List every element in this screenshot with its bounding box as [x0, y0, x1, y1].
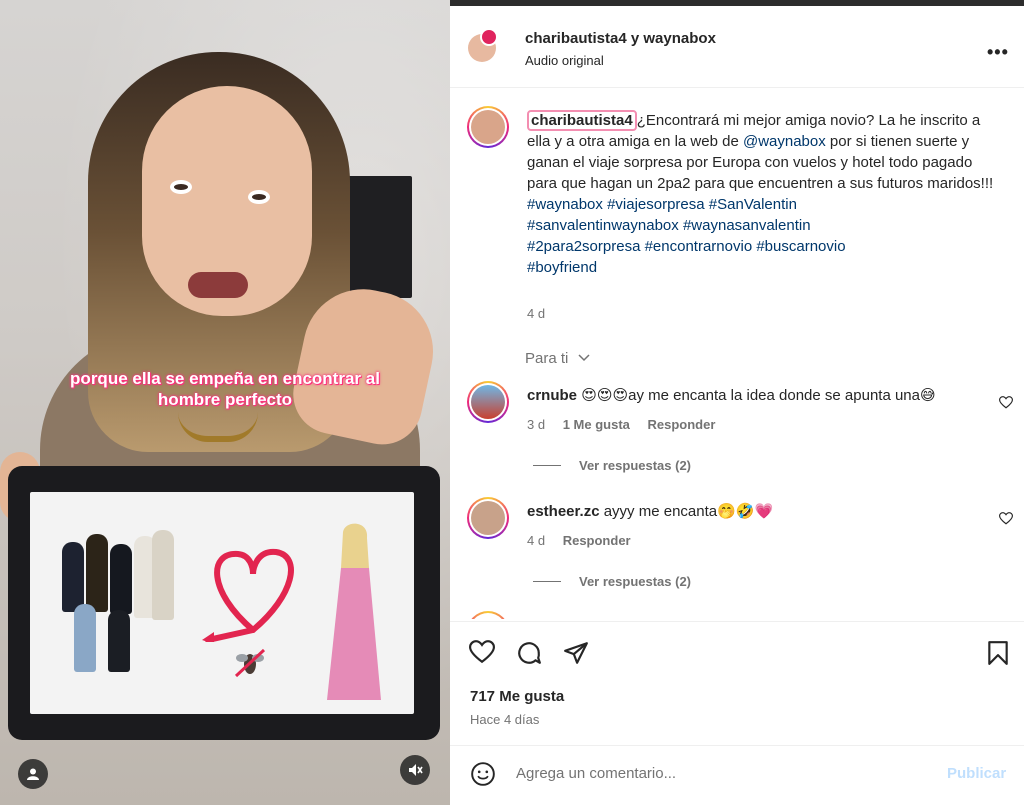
reply-button[interactable]: Responder: [563, 533, 631, 548]
chevron-down-icon: [578, 354, 590, 362]
post-header: charibautista4 y waynabox Audio original…: [450, 6, 1024, 88]
man-figure: [86, 534, 108, 612]
comment-avatar: [471, 385, 505, 419]
fly-icon: [234, 648, 266, 678]
replies-line: [533, 581, 561, 582]
comment-input[interactable]: Agrega un comentario...: [516, 765, 676, 782]
comment-avatar-ring[interactable]: [467, 381, 509, 423]
person-icon: [27, 768, 39, 780]
comment-text: 😍😍😍ay me encanta la idea donde se apunta…: [581, 387, 936, 404]
comment-sort-label: Para ti: [525, 350, 569, 367]
caption-avatar-ring[interactable]: [467, 106, 509, 148]
like-comment-heart-icon[interactable]: [999, 512, 1013, 525]
video-caption: porque ella se empeña en encontrar al ho…: [70, 369, 380, 409]
likes-count[interactable]: 717 Me gusta: [470, 688, 564, 705]
heart-drawing: [202, 548, 294, 642]
comment-username[interactable]: estheer.zc: [527, 503, 600, 520]
comments-scroll-area[interactable]: charibautista4 ¿Encontrará mi mejor amiga…: [450, 89, 1024, 619]
comment-username[interactable]: crnube: [527, 387, 577, 404]
replies-line: [533, 465, 561, 466]
person-right-eye: [248, 190, 270, 204]
man-figure: [108, 610, 130, 672]
comment-meta: 4 d Responder: [527, 533, 645, 548]
view-replies-label: Ver respuestas (2): [579, 574, 692, 589]
comment-meta: 3 d 1 Me gusta Responder: [527, 417, 729, 432]
hashtag[interactable]: #waynasanvalentin: [683, 217, 811, 234]
comment-icon[interactable]: [516, 640, 542, 666]
comment-time[interactable]: 3 d: [527, 417, 545, 432]
ring-gap: [469, 613, 507, 619]
hashtag[interactable]: #sanvalentinwaynabox: [527, 217, 679, 234]
share-icon[interactable]: [563, 640, 589, 666]
men-group-image: [60, 530, 190, 674]
person-mouth: [188, 272, 248, 298]
like-comment-heart-icon[interactable]: [999, 396, 1013, 409]
comment-time[interactable]: 4 d: [527, 533, 545, 548]
collab-avatar[interactable]: [480, 28, 498, 46]
hashtag[interactable]: #buscarnovio: [756, 238, 845, 255]
woman-pink-dress-image: [327, 523, 381, 700]
hashtag[interactable]: #SanValentin: [709, 196, 797, 213]
caption-mention[interactable]: @waynabox: [743, 133, 826, 150]
man-figure: [74, 604, 96, 672]
view-replies-button[interactable]: Ver respuestas (2): [533, 458, 691, 473]
caption-time[interactable]: 4 d: [527, 306, 545, 321]
comment-text: ayyy me encanta🤭🤣💗: [603, 503, 774, 520]
publish-button[interactable]: Publicar: [947, 765, 1006, 782]
post-date[interactable]: Hace 4 días: [470, 712, 539, 727]
reply-button[interactable]: Responder: [648, 417, 716, 432]
emoji-icon[interactable]: [470, 761, 496, 787]
post-caption: charibautista4 ¿Encontrará mi mejor amiga…: [527, 110, 997, 278]
audio-link[interactable]: Audio original: [525, 53, 604, 68]
post-authors[interactable]: charibautista4 y waynabox: [525, 30, 716, 47]
add-comment-bar: Agrega un comentario... Publicar: [450, 745, 1024, 805]
hashtag[interactable]: #boyfriend: [527, 259, 597, 276]
man-figure: [62, 542, 84, 612]
hashtag[interactable]: #encontrarnovio: [645, 238, 753, 255]
comment-avatar-ring[interactable]: [467, 497, 509, 539]
comment-body: crnube 😍😍😍ay me encanta la idea donde se…: [527, 386, 936, 406]
man-figure: [110, 544, 132, 614]
post-actions: 717 Me gusta Hace 4 días: [450, 621, 1024, 751]
unmute-button[interactable]: [400, 755, 430, 785]
comment-avatar-ring[interactable]: [467, 611, 509, 619]
tablet-screen: [30, 492, 414, 714]
view-replies-label: Ver respuestas (2): [579, 458, 692, 473]
tagged-users-button[interactable]: [18, 759, 48, 789]
hashtag[interactable]: #viajesorpresa: [607, 196, 705, 213]
like-heart-icon[interactable]: [469, 640, 495, 664]
post-panel: charibautista4 y waynabox Audio original…: [450, 0, 1024, 805]
more-options-button[interactable]: •••: [987, 42, 1009, 63]
save-bookmark-icon[interactable]: [987, 640, 1009, 666]
hashtag[interactable]: #waynabox: [527, 196, 603, 213]
caption-username[interactable]: charibautista4: [527, 110, 637, 131]
caption-avatar: [471, 110, 505, 144]
view-replies-button[interactable]: Ver respuestas (2): [533, 574, 691, 589]
comment-avatar: [471, 501, 505, 535]
comment-body: estheer.zc ayyy me encanta🤭🤣💗: [527, 502, 773, 522]
hashtag[interactable]: #2para2sorpresa: [527, 238, 640, 255]
comment-likes[interactable]: 1 Me gusta: [563, 417, 630, 432]
reel-video[interactable]: porque ella se empeña en encontrar al ho…: [0, 0, 450, 805]
person-left-eye: [170, 180, 192, 194]
man-figure: [152, 530, 174, 620]
muted-speaker-icon: [409, 764, 423, 776]
comment-sort-dropdown[interactable]: Para ti: [525, 350, 591, 367]
